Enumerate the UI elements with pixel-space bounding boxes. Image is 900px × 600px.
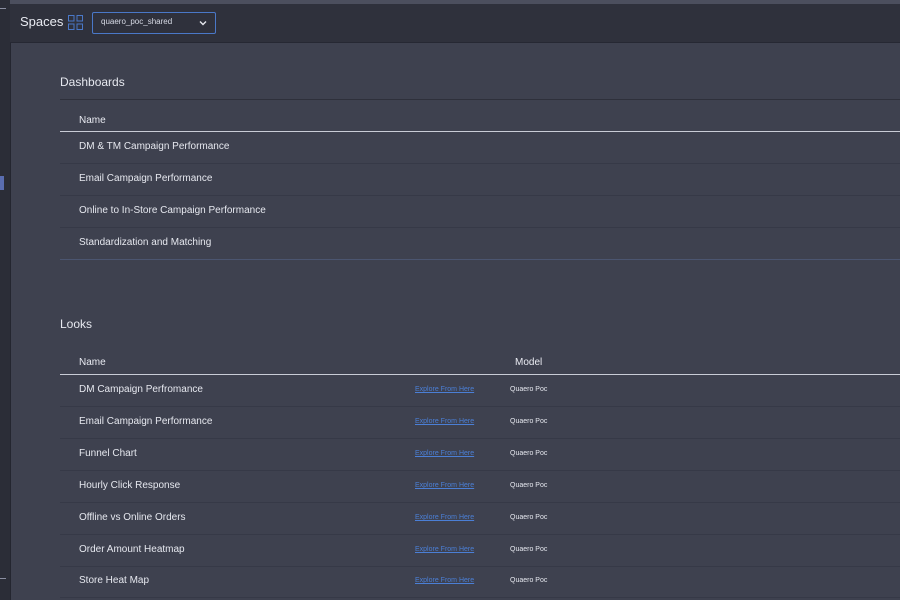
dashboards-title: Dashboards	[60, 75, 125, 89]
look-row[interactable]: Hourly Click Response Explore From Here …	[60, 471, 900, 503]
dashboard-name[interactable]: Standardization and Matching	[79, 237, 211, 248]
dashboard-row[interactable]: DM & TM Campaign Performance	[60, 132, 900, 164]
look-model: Quaero Poc	[510, 386, 548, 393]
look-name[interactable]: DM Campaign Perfromance	[79, 384, 203, 395]
space-select-value: quaero_poc_shared	[101, 17, 173, 26]
look-name[interactable]: Order Amount Heatmap	[79, 544, 185, 555]
spaces-header: Spaces quaero_poc_shared	[10, 4, 900, 43]
look-model: Quaero Poc	[510, 514, 548, 521]
look-row[interactable]: DM Campaign Perfromance Explore From Her…	[60, 375, 900, 407]
explore-link[interactable]: Explore From Here	[415, 577, 474, 584]
rail-active-indicator	[0, 176, 4, 190]
rail-marker	[0, 578, 6, 579]
look-row[interactable]: Funnel Chart Explore From Here Quaero Po…	[60, 439, 900, 471]
explore-link[interactable]: Explore From Here	[415, 514, 474, 521]
look-row[interactable]: Offline vs Online Orders Explore From He…	[60, 503, 900, 535]
dashboard-name[interactable]: Online to In-Store Campaign Performance	[79, 205, 266, 216]
look-model: Quaero Poc	[510, 546, 548, 553]
looks-name-header[interactable]: Name	[79, 357, 106, 368]
look-name[interactable]: Email Campaign Performance	[79, 416, 212, 427]
look-row[interactable]: Store Heat Map Explore From Here Quaero …	[60, 566, 900, 598]
section-divider	[60, 99, 900, 100]
dashboard-row[interactable]: Email Campaign Performance	[60, 164, 900, 196]
dashboard-name[interactable]: DM & TM Campaign Performance	[79, 141, 229, 152]
look-model: Quaero Poc	[510, 418, 548, 425]
space-select[interactable]: quaero_poc_shared	[92, 12, 216, 34]
dashboards-name-header[interactable]: Name	[79, 115, 106, 126]
look-model: Quaero Poc	[510, 577, 548, 584]
explore-link[interactable]: Explore From Here	[415, 450, 474, 457]
look-row[interactable]: Order Amount Heatmap Explore From Here Q…	[60, 535, 900, 567]
explore-link[interactable]: Explore From Here	[415, 386, 474, 393]
explore-link[interactable]: Explore From Here	[415, 482, 474, 489]
left-nav-rail	[0, 0, 11, 600]
explore-link[interactable]: Explore From Here	[415, 418, 474, 425]
look-model: Quaero Poc	[510, 482, 548, 489]
dashboard-row[interactable]: Online to In-Store Campaign Performance	[60, 196, 900, 228]
spaces-grid-icon[interactable]	[68, 15, 83, 30]
dashboard-name[interactable]: Email Campaign Performance	[79, 173, 212, 184]
chevron-down-icon	[199, 21, 207, 26]
dashboard-row[interactable]: Standardization and Matching	[60, 228, 900, 260]
explore-link[interactable]: Explore From Here	[415, 546, 474, 553]
rail-marker	[0, 8, 6, 9]
look-name[interactable]: Hourly Click Response	[79, 480, 180, 491]
look-name[interactable]: Offline vs Online Orders	[79, 512, 186, 523]
look-name[interactable]: Funnel Chart	[79, 448, 137, 459]
page-title: Spaces	[20, 14, 64, 29]
look-name[interactable]: Store Heat Map	[79, 575, 149, 586]
look-row[interactable]: Email Campaign Performance Explore From …	[60, 407, 900, 439]
look-model: Quaero Poc	[510, 450, 548, 457]
looks-title: Looks	[60, 317, 93, 331]
looks-model-header[interactable]: Model	[515, 357, 542, 368]
